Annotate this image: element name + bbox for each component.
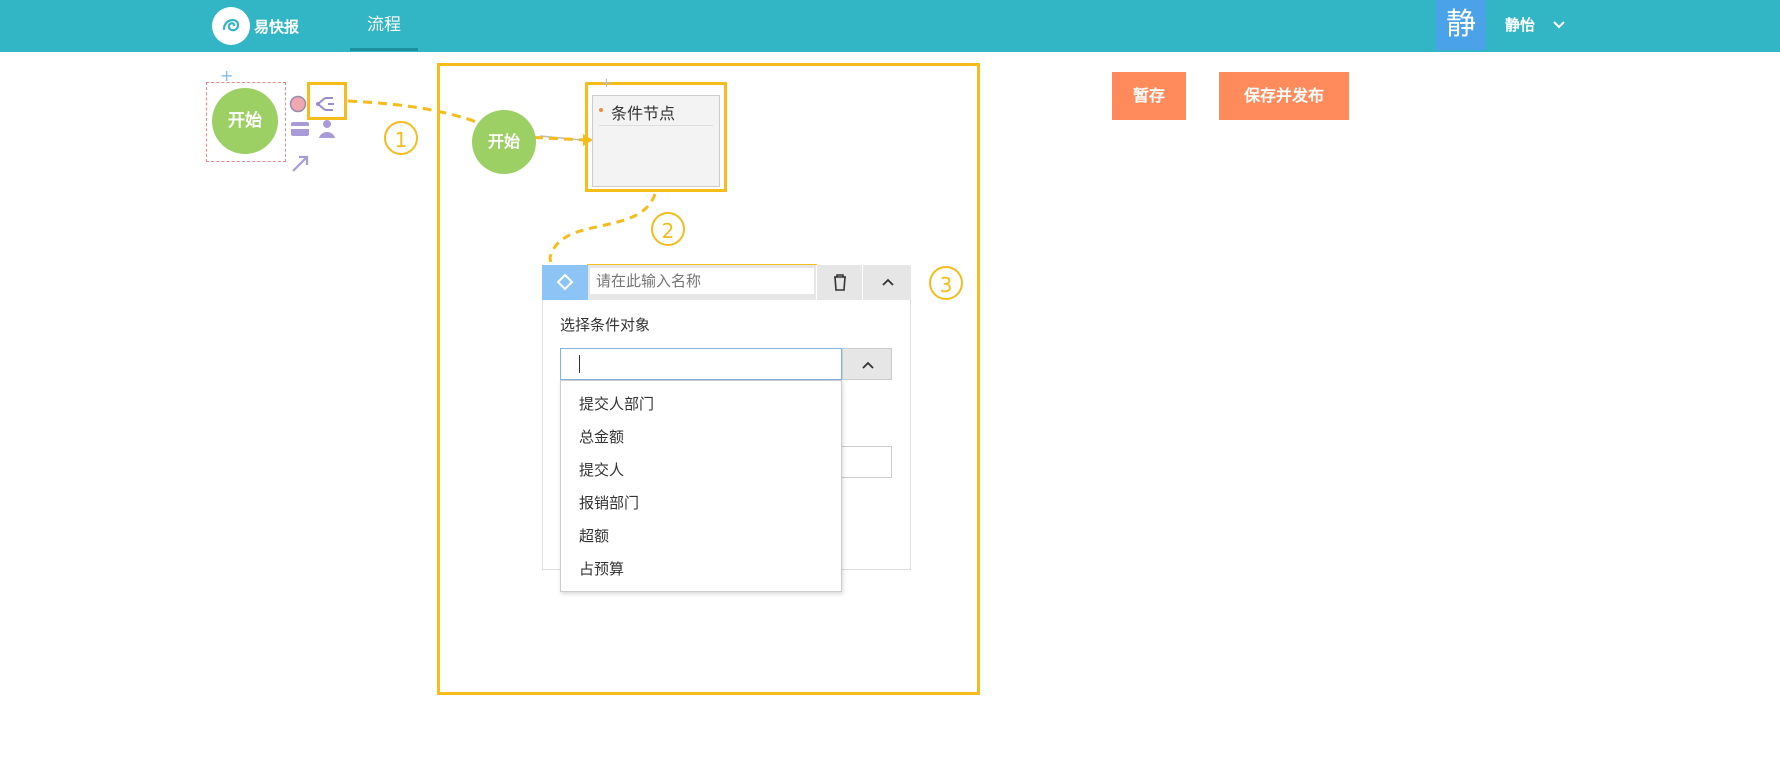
node-plus-icon[interactable]: + <box>601 76 612 91</box>
option-over-limit[interactable]: 超额 <box>579 525 609 546</box>
chevron-up-icon <box>882 278 894 286</box>
condition-object-dropdown: 提交人部门 总金额 提交人 报销部门 超额 占预算 <box>560 380 842 592</box>
option-expense-department[interactable]: 报销部门 <box>579 492 639 513</box>
condition-marker <box>599 108 603 112</box>
collapse-button[interactable] <box>862 265 911 300</box>
option-budget-usage[interactable]: 占预算 <box>579 558 624 579</box>
select-toggle-button[interactable] <box>842 348 892 380</box>
condition-object-select[interactable] <box>560 348 842 380</box>
text-caret <box>579 355 580 373</box>
flow-start-node[interactable]: 开始 <box>472 110 536 174</box>
value-input[interactable] <box>838 446 892 478</box>
name-input[interactable] <box>590 268 814 294</box>
condition-divider <box>599 125 713 126</box>
option-submitter[interactable]: 提交人 <box>579 459 624 480</box>
option-total-amount[interactable]: 总金额 <box>579 426 624 447</box>
option-submitter-department[interactable]: 提交人部门 <box>579 393 654 414</box>
condition-node[interactable]: 条件节点 <box>592 95 720 187</box>
diamond-icon <box>556 273 574 291</box>
delete-button[interactable] <box>816 265 862 300</box>
condition-node-title: 条件节点 <box>611 104 676 123</box>
select-label: 选择条件对象 <box>560 316 651 334</box>
panel-icon-box <box>542 265 588 300</box>
chevron-up-icon <box>862 361 874 369</box>
trash-icon <box>834 274 846 291</box>
